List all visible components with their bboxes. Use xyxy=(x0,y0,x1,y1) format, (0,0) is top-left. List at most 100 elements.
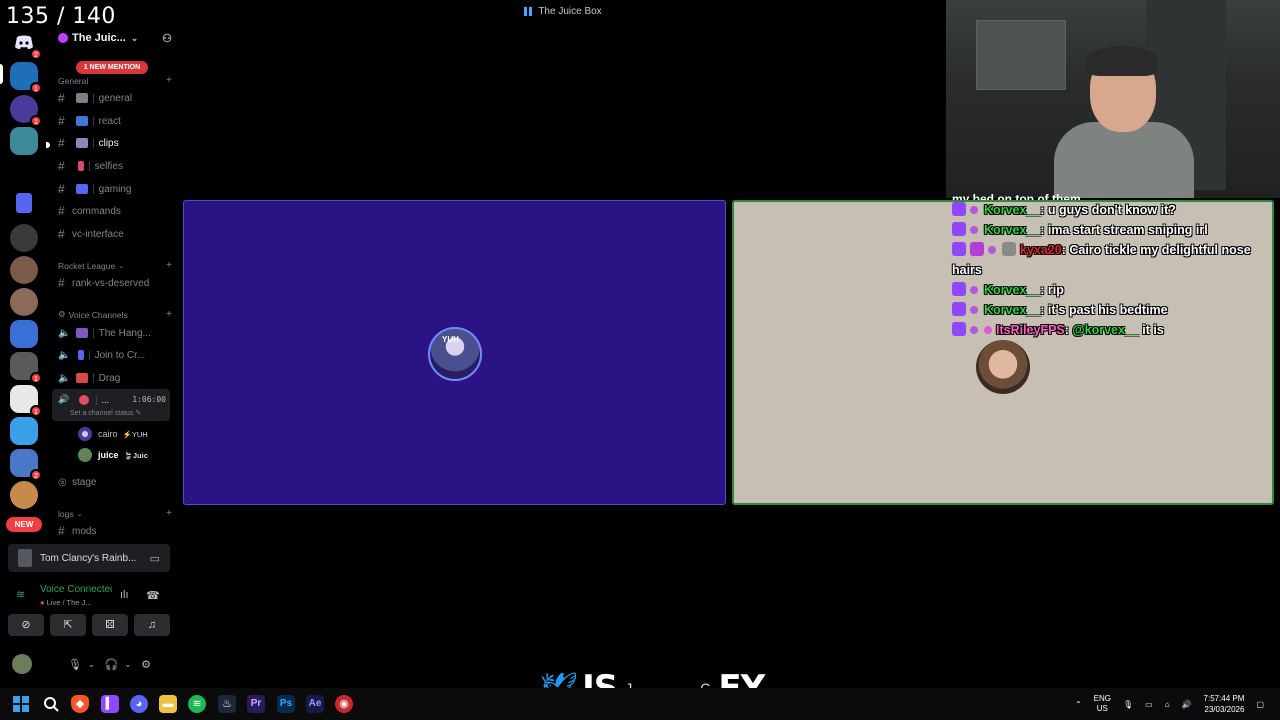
chevron-up-icon[interactable]: ⌃ xyxy=(1075,700,1082,709)
obs-icon[interactable]: ◉ xyxy=(335,695,353,713)
display-icon[interactable]: ▭ xyxy=(1145,700,1153,709)
channel-rank-vs-deserved[interactable]: # rank-vs-deserved xyxy=(58,273,172,293)
server-icon[interactable]: 1 xyxy=(10,62,42,94)
channel-clips[interactable]: # | clips xyxy=(58,133,172,153)
voice-tile-cairo[interactable]: YUH xyxy=(183,200,726,505)
chevron-down-icon[interactable]: ⌄ xyxy=(88,660,95,669)
category-general[interactable]: General + xyxy=(58,75,172,86)
server-icon[interactable]: 1 xyxy=(10,95,42,127)
channel-label: general xyxy=(98,92,132,104)
add-channel-icon[interactable]: + xyxy=(166,309,172,320)
signal-icon[interactable]: ≋ xyxy=(16,588,25,601)
twitch-icon xyxy=(952,282,966,296)
category-voice-channels[interactable]: ⚙ Voice Channels + xyxy=(58,309,172,320)
notification-badge: 1 xyxy=(30,115,42,127)
chat-message: Korvex__: rip xyxy=(950,280,1270,300)
voice-status[interactable]: Voice Connected xyxy=(40,584,112,595)
discord-home-icon[interactable]: 2 xyxy=(10,28,42,60)
add-channel-icon[interactable]: + xyxy=(166,260,172,271)
network-icon[interactable]: ⌂ xyxy=(1165,700,1170,709)
windows-start-icon[interactable] xyxy=(12,695,30,713)
screen-share-button[interactable]: ⇱ xyxy=(50,614,86,636)
camera-off-button[interactable]: ⊘ xyxy=(8,614,44,636)
add-channel-icon[interactable]: + xyxy=(166,508,172,519)
channel-commands[interactable]: # commands xyxy=(58,201,172,221)
server-icon[interactable] xyxy=(10,288,38,316)
sub-badge-icon xyxy=(1002,242,1016,256)
noise-suppression-icon[interactable]: ılı xyxy=(120,589,129,601)
add-channel-icon[interactable]: + xyxy=(166,75,172,86)
voice-channel-join-to-create[interactable]: 🔈 | Join to Cr... xyxy=(58,345,172,365)
twitch-icon[interactable]: ▍ xyxy=(101,695,119,713)
spotify-icon[interactable]: ≋ xyxy=(188,695,206,713)
voice-channel-hang[interactable]: 🔈 | The Hang... xyxy=(58,323,172,343)
soundboard-button[interactable]: ♫ xyxy=(134,614,170,636)
microphone-icon[interactable]: 🎙 xyxy=(1123,700,1133,709)
disconnect-icon[interactable]: ☎ xyxy=(146,589,160,602)
clock[interactable]: 7:57:44 PM 23/03/2026 xyxy=(1204,693,1245,715)
file-explorer-icon[interactable]: ▬ xyxy=(159,695,177,713)
activities-button[interactable]: ⚄ xyxy=(92,614,128,636)
channel-vc-interface[interactable]: # vc-interface xyxy=(58,224,172,244)
screen-share-icon[interactable]: ▭ xyxy=(150,552,160,565)
hash-icon: # xyxy=(58,136,65,150)
avatar[interactable] xyxy=(12,654,32,674)
settings-icon: ⚙ xyxy=(58,309,66,319)
invite-icon[interactable]: ⚇ xyxy=(162,32,172,45)
folder-icon[interactable] xyxy=(16,193,32,213)
voice-subtitle: ● Live / The J... xyxy=(40,598,92,607)
active-voice-channel[interactable]: 🔊 | ... 1:06:00 Set a channel status ✎ xyxy=(52,389,170,421)
channel-emoji-icon xyxy=(78,350,84,360)
server-icon[interactable] xyxy=(10,320,38,348)
channel-gaming[interactable]: # | gaming xyxy=(58,179,172,199)
voice-member[interactable]: cairo ⚡YUH xyxy=(78,426,148,442)
new-mention-banner[interactable]: 1 NEW MENTION xyxy=(76,61,148,74)
channel-general[interactable]: # | general xyxy=(58,88,172,108)
hash-icon: # xyxy=(58,524,65,538)
guild-header[interactable]: The Juic... ⌄ ⚇ xyxy=(58,30,172,46)
discord-icon[interactable]: ◕ xyxy=(130,695,148,713)
server-icon[interactable] xyxy=(10,481,38,509)
window-title: The Juice Box xyxy=(538,5,602,17)
chevron-down-icon[interactable]: ⌄ xyxy=(124,660,131,669)
server-icon[interactable]: 1 xyxy=(10,385,42,417)
voice-member[interactable]: juice 🍃Juic xyxy=(78,447,148,463)
twitch-icon xyxy=(952,322,966,336)
voice-channel-drag[interactable]: 🔈 | Drag xyxy=(58,368,172,388)
category-logs[interactable]: logs ⌄ + xyxy=(58,508,172,519)
photoshop-icon[interactable]: Ps xyxy=(277,695,295,713)
stage-channel[interactable]: ◎ stage xyxy=(58,472,172,492)
category-label: Rocket League xyxy=(58,260,116,271)
chat-mention: @korvex__ xyxy=(1072,323,1139,337)
server-icon[interactable] xyxy=(10,417,38,445)
channel-mods[interactable]: # mods xyxy=(58,521,172,541)
activity-panel[interactable]: Tom Clancy's Rainb... ▭ xyxy=(8,544,170,572)
category-rocket-league[interactable]: Rocket League ⌄ + xyxy=(58,260,172,271)
set-channel-status[interactable]: Set a channel status ✎ xyxy=(70,409,141,417)
notification-icon[interactable]: ▢ xyxy=(1256,700,1264,709)
volume-icon[interactable]: 🔊 xyxy=(1182,700,1192,709)
badge-icon xyxy=(984,326,992,334)
channel-selfies[interactable]: # | selfies xyxy=(58,156,172,176)
chevron-down-icon: ⌄ xyxy=(130,32,139,43)
premiere-icon[interactable]: Pr xyxy=(247,695,265,713)
language-indicator[interactable]: ENG US xyxy=(1094,694,1111,714)
server-icon[interactable]: 2 xyxy=(10,449,42,481)
channel-emoji-icon xyxy=(76,184,88,194)
server-icon[interactable] xyxy=(10,127,38,155)
channel-react[interactable]: # | react xyxy=(58,111,172,131)
server-icon[interactable] xyxy=(10,224,38,252)
gear-icon[interactable]: ⚙ xyxy=(141,658,151,671)
server-icon[interactable] xyxy=(10,256,38,284)
headphones-icon[interactable]: 🎧 xyxy=(105,658,119,671)
brave-icon[interactable]: ◆ xyxy=(71,695,89,713)
after-effects-icon[interactable]: Ae xyxy=(306,695,324,713)
chat-text: : rip xyxy=(1040,283,1064,297)
microphone-icon[interactable]: 🎙 xyxy=(68,658,82,671)
new-servers-badge[interactable]: NEW xyxy=(6,517,42,532)
search-icon[interactable] xyxy=(42,695,60,713)
channel-emoji-icon xyxy=(78,161,84,171)
server-icon[interactable]: 1 xyxy=(10,352,42,384)
chat-message: Korvex__: ima start stream sniping irl xyxy=(950,220,1270,240)
steam-icon[interactable]: ♨ xyxy=(218,695,236,713)
